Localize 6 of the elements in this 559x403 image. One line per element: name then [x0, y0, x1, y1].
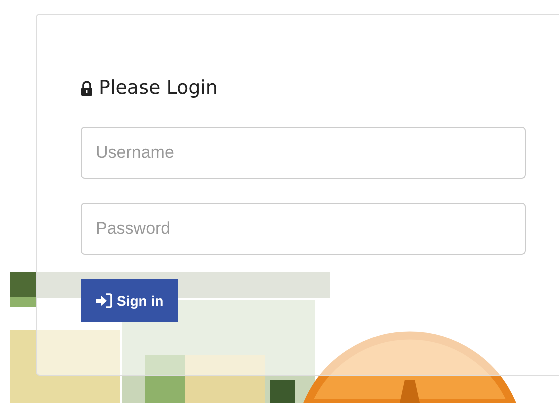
lock-icon [81, 80, 93, 96]
panel-title: Please Login [99, 77, 218, 99]
sign-in-icon [95, 292, 113, 308]
password-field[interactable]: Password [81, 203, 526, 255]
username-field[interactable]: Username [81, 127, 526, 179]
sign-in-button[interactable]: Sign in [81, 279, 178, 322]
